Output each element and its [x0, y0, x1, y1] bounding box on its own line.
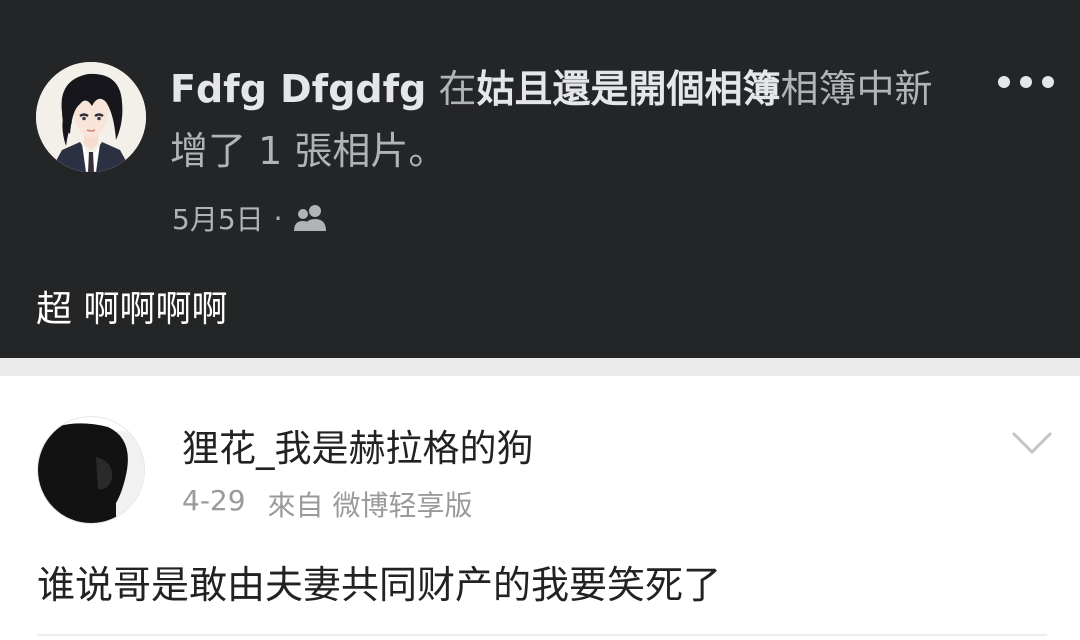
screenshot: Fdfg Dfgdfg 在姑且還是開個相簿相簿中新增了 1 張相片。 5月5日 … [0, 0, 1080, 640]
post-body-text: 超 啊啊啊啊 [36, 289, 228, 330]
comment-source: 來自 微博轻享版 [267, 489, 473, 522]
post-meta: 5月5日 · [172, 198, 327, 238]
author-name-link[interactable]: Fdfg Dfgdfg [170, 67, 426, 111]
post-date-link[interactable]: 5月5日 [172, 198, 264, 238]
comment-divider [37, 634, 1047, 636]
section-divider [0, 358, 1080, 376]
action-prefix: 在 [426, 67, 477, 111]
comment-text: 谁说哥是敢由夫妻共同财产的我要笑死了 [37, 563, 722, 607]
commenter-username[interactable]: 狸花_我是赫拉格的狗 [182, 418, 534, 472]
author-avatar[interactable] [36, 62, 146, 172]
facebook-post: Fdfg Dfgdfg 在姑且還是開個相簿相簿中新增了 1 張相片。 5月5日 … [0, 0, 1080, 358]
more-dot-icon [1020, 76, 1032, 88]
anime-character-avatar-icon [36, 62, 146, 172]
more-dot-icon [998, 76, 1010, 88]
post-headline: Fdfg Dfgdfg 在姑且還是開個相簿相簿中新增了 1 張相片。 [170, 58, 960, 182]
friends-icon[interactable] [293, 203, 327, 233]
post-options-button[interactable] [996, 62, 1056, 102]
commenter-avatar[interactable] [37, 416, 145, 524]
comment-meta: 4-29 來自 微博轻享版 [182, 484, 472, 524]
album-name-link[interactable]: 姑且還是開個相簿 [476, 67, 780, 111]
more-dot-icon [1042, 76, 1054, 88]
dark-photo-avatar-icon [38, 417, 144, 523]
chevron-down-icon[interactable] [1010, 428, 1054, 458]
comment-date: 4-29 [182, 484, 246, 517]
meta-separator: · [273, 201, 283, 235]
